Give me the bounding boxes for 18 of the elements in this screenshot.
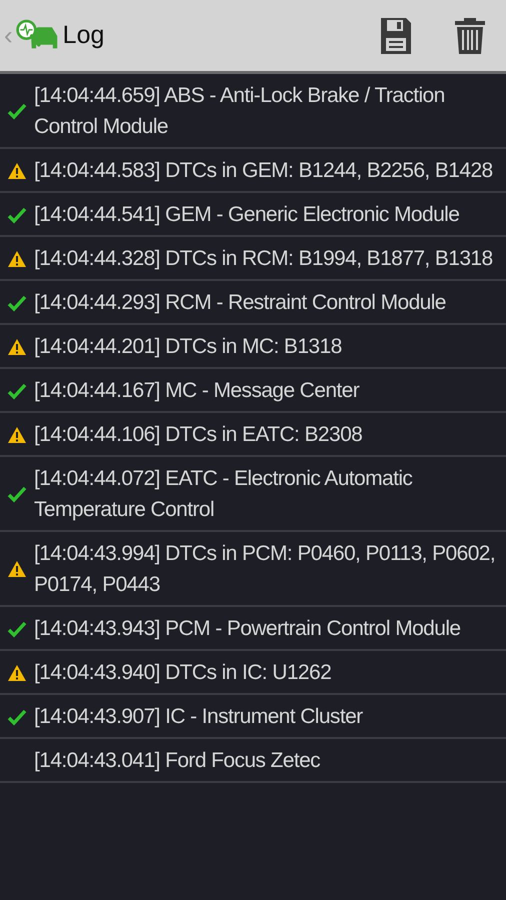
log-entry: [14:04:44.201] DTCs in MC: B1318 [34, 334, 342, 360]
log-entry: [14:04:44.167] MC - Message Center [34, 378, 360, 404]
screen-title: Log [62, 21, 104, 50]
log-entry: [14:04:44.072] EATC - Electronic Automatic Temperature Control [34, 466, 414, 523]
log-entry: [14:04:43.994] DTCs in PCM: P0460, P0113, P0602, P0174, P0443 [34, 541, 496, 598]
log-entry: [14:04:44.659] ABS - Anti-Lock Brake / Traction Control Module [34, 83, 446, 140]
log-entry: [14:04:43.940] DTCs in IC: U1262 [34, 660, 332, 686]
save-icon[interactable] [380, 16, 412, 54]
trash-icon[interactable] [454, 16, 486, 54]
log-entry: [14:04:44.106] DTCs in EATC: B2308 [34, 422, 362, 448]
log-entry: [14:04:44.328] DTCs in RCM: B1994, B1877, B1318 [34, 246, 493, 272]
log-entry: [14:04:44.293] RCM - Restraint Control Module [34, 290, 446, 316]
log-entry: [14:04:43.041] Ford Focus Zetec [34, 748, 320, 774]
log-entry: [14:04:43.907] IC - Instrument Cluster [34, 704, 363, 730]
log-entry: [14:04:43.943] PCM - Powertrain Control Module [34, 616, 460, 642]
log-entry: [14:04:44.541] GEM - Generic Electronic Module [34, 202, 460, 228]
back-icon[interactable]: ‹ [4, 20, 13, 51]
log-entry: [14:04:44.583] DTCs in GEM: B1244, B2256, B1428 [34, 158, 493, 184]
